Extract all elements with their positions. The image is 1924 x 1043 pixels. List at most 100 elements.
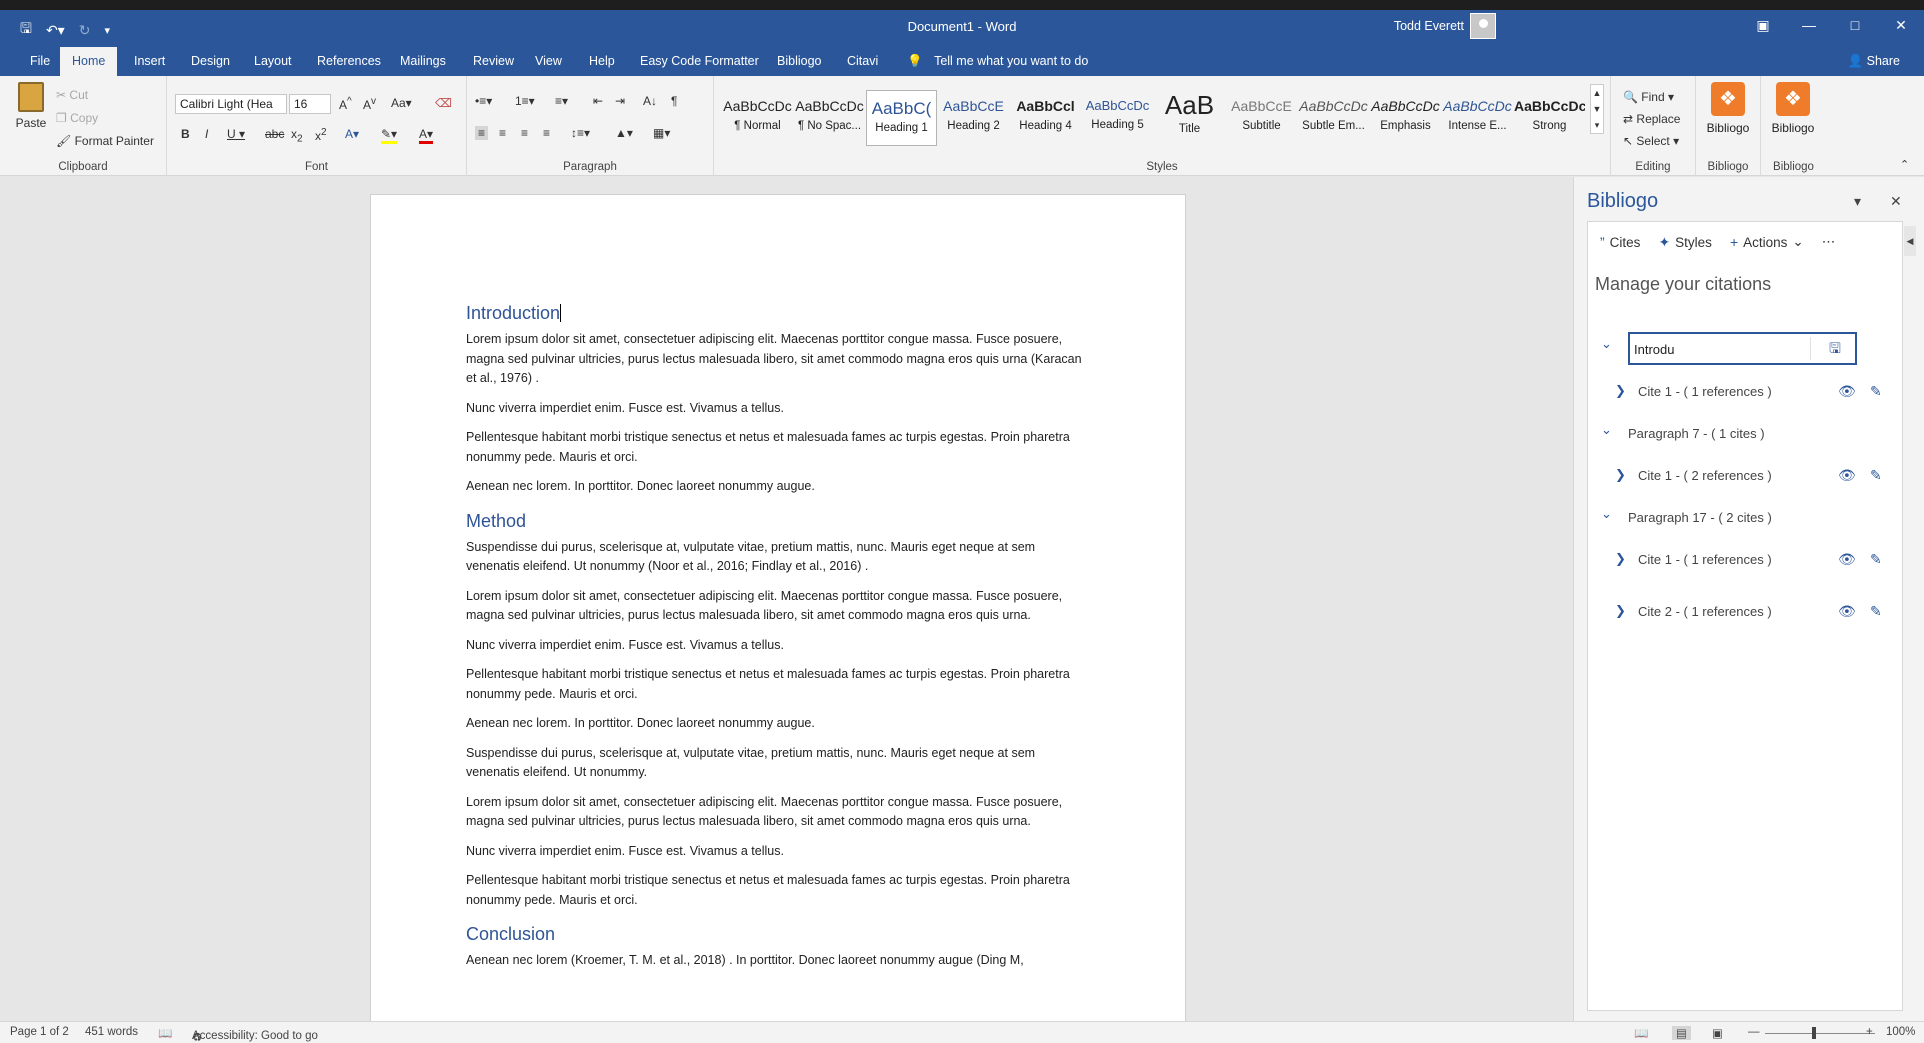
paragraph[interactable]: Nunc viverra imperdiet enim. Fusce est. …	[466, 399, 1091, 419]
bibliogo-button-1[interactable]: ❖ Bibliogo	[1700, 82, 1756, 135]
collapse-ribbon-icon[interactable]: ⌃	[1900, 158, 1909, 171]
chevron-right-icon[interactable]: ❯	[1615, 551, 1626, 567]
tab-review[interactable]: Review	[461, 47, 526, 76]
show-formatting-icon[interactable]: ¶	[671, 94, 677, 108]
eye-icon[interactable]: 👁	[1838, 383, 1856, 400]
read-mode-icon[interactable]: 📖	[1634, 1026, 1648, 1040]
paragraph[interactable]: Aenean nec lorem. In porttitor. Donec la…	[466, 477, 1091, 497]
bullets-icon[interactable]: •≡▾	[475, 94, 492, 108]
paragraph[interactable]: Aenean nec lorem (Kroemer, T. M. et al.,…	[466, 951, 1091, 971]
chevron-right-icon[interactable]: ❯	[1615, 467, 1626, 483]
close-icon[interactable]: ✕	[1878, 10, 1924, 40]
heading-conclusion[interactable]: Conclusion	[466, 924, 1091, 945]
pencil-icon[interactable]: ✎	[1870, 603, 1882, 620]
print-layout-icon[interactable]: ▤	[1672, 1026, 1691, 1040]
style-intense-emphasis[interactable]: AaBbCcDc Intense E...	[1442, 90, 1513, 146]
align-left-icon[interactable]: ≡	[475, 126, 489, 140]
shrink-font-icon[interactable]: Av	[363, 96, 376, 112]
pane-options-icon[interactable]: ▾	[1854, 193, 1861, 210]
tree-row-cite[interactable]: ❯ Cite 1 - ( 1 references ) 👁 ✎	[1588, 380, 1902, 404]
tree-row-paragraph[interactable]: ⌄ Paragraph 17 - ( 2 cites )	[1588, 506, 1902, 530]
style-subtitle[interactable]: AaBbCcE Subtitle	[1226, 90, 1297, 146]
zoom-in-icon[interactable]: +	[1866, 1026, 1873, 1038]
subscript-icon[interactable]: x2	[291, 127, 303, 144]
ribbon-display-icon[interactable]: ▣	[1740, 10, 1786, 40]
maximize-icon[interactable]: □	[1832, 10, 1878, 40]
paragraph[interactable]: Nunc viverra imperdiet enim. Fusce est. …	[466, 636, 1091, 656]
borders-icon[interactable]: ▦▾	[653, 126, 670, 140]
paragraph[interactable]: Suspendisse dui purus, scelerisque at, v…	[466, 538, 1091, 577]
bold-icon[interactable]: B	[181, 127, 190, 141]
change-case-icon[interactable]: Aa▾	[391, 96, 412, 110]
tab-insert[interactable]: Insert	[122, 47, 177, 76]
superscript-icon[interactable]: x2	[315, 127, 327, 143]
style-heading-5[interactable]: AaBbCcDc Heading 5	[1082, 90, 1153, 146]
tab-help[interactable]: Help	[577, 47, 627, 76]
tab-citavi[interactable]: Citavi	[835, 47, 890, 76]
highlight-icon[interactable]: ✎▾	[381, 127, 398, 144]
line-spacing-icon[interactable]: ↕≡▾	[571, 126, 590, 140]
style-emphasis[interactable]: AaBbCcDc Emphasis	[1370, 90, 1441, 146]
pencil-icon[interactable]: ✎	[1870, 383, 1882, 400]
tab-bibliogo[interactable]: Bibliogo	[765, 47, 833, 76]
actions-button[interactable]: + Actions ⌄	[1730, 234, 1804, 250]
tab-references[interactable]: References	[305, 47, 393, 76]
bibliogo-button-2[interactable]: ❖ Bibliogo	[1765, 82, 1821, 135]
style-subtle-emphasis[interactable]: AaBbCcDc Subtle Em...	[1298, 90, 1369, 146]
zoom-slider[interactable]	[1765, 1033, 1875, 1034]
rename-input[interactable]	[1634, 338, 1804, 360]
page-count[interactable]: Page 1 of 2	[10, 1026, 69, 1038]
style-heading-1[interactable]: AaBbC(Heading 1	[866, 90, 937, 146]
style-heading-2[interactable]: AaBbCcE Heading 2	[938, 90, 1009, 146]
paragraph[interactable]: Pellentesque habitant morbi tristique se…	[466, 665, 1091, 704]
tell-me-box[interactable]: 💡 Tell me what you want to do	[895, 47, 1100, 76]
zoom-slider-thumb[interactable]	[1812, 1027, 1816, 1039]
paragraph[interactable]: Lorem ipsum dolor sit amet, consectetuer…	[466, 587, 1091, 626]
strikethrough-icon[interactable]: abc	[265, 127, 284, 141]
font-size-combo[interactable]: 16	[289, 94, 331, 114]
clear-formatting-icon[interactable]: ⌫	[435, 96, 452, 110]
document-page[interactable]: Introduction Lorem ipsum dolor sit amet,…	[370, 194, 1186, 1043]
paragraph[interactable]: Lorem ipsum dolor sit amet, consectetuer…	[466, 793, 1091, 832]
chevron-down-icon[interactable]: ⌄	[1601, 506, 1612, 522]
tab-design[interactable]: Design	[179, 47, 242, 76]
eye-icon[interactable]: 👁	[1838, 603, 1856, 620]
select-button[interactable]: ↖ Select ▾	[1623, 134, 1679, 148]
style-title[interactable]: AaB Title	[1154, 90, 1225, 146]
text-effects-icon[interactable]: A▾	[345, 127, 359, 141]
italic-icon[interactable]: I	[205, 127, 208, 141]
tab-layout[interactable]: Layout	[242, 47, 304, 76]
underline-icon[interactable]: U ▾	[227, 127, 245, 141]
align-right-icon[interactable]: ≡	[521, 126, 528, 140]
web-layout-icon[interactable]: ▣	[1712, 1026, 1723, 1040]
proofing-icon[interactable]: 📖	[158, 1026, 172, 1040]
document-body[interactable]: Introduction Lorem ipsum dolor sit amet,…	[466, 303, 1091, 981]
chevron-down-icon[interactable]: ⌄	[1601, 336, 1612, 352]
tab-easy-code-formatter[interactable]: Easy Code Formatter	[628, 47, 771, 76]
zoom-level[interactable]: 100%	[1886, 1026, 1915, 1038]
cut-button[interactable]: ✂ Cut	[56, 88, 88, 102]
chevron-right-icon[interactable]: ❯	[1615, 383, 1626, 399]
styles-gallery-scroll[interactable]: ▲ ▼ ▾	[1590, 84, 1604, 134]
eye-icon[interactable]: 👁	[1838, 467, 1856, 484]
chevron-down-icon[interactable]: ⌄	[1601, 422, 1612, 438]
paragraph[interactable]: Pellentesque habitant morbi tristique se…	[466, 428, 1091, 467]
paragraph[interactable]: Pellentesque habitant morbi tristique se…	[466, 871, 1091, 910]
heading-method[interactable]: Method	[466, 511, 1091, 532]
cites-button[interactable]: ” Cites	[1600, 234, 1640, 250]
paragraph[interactable]: Nunc viverra imperdiet enim. Fusce est. …	[466, 842, 1091, 862]
style-strong[interactable]: AaBbCcDc Strong	[1514, 90, 1585, 146]
replace-button[interactable]: ⇄ Replace	[1623, 112, 1680, 126]
tab-file[interactable]: File	[18, 47, 62, 76]
zoom-out-icon[interactable]: —	[1748, 1026, 1760, 1038]
tree-row-paragraph[interactable]: ⌄ Paragraph 7 - ( 1 cites )	[1588, 422, 1902, 446]
style-normal[interactable]: AaBbCcDc ¶ Normal	[722, 90, 793, 146]
style-heading-4[interactable]: AaBbCcl Heading 4	[1010, 90, 1081, 146]
tab-view[interactable]: View	[523, 47, 574, 76]
save-icon[interactable]: 🖫	[1829, 340, 1845, 356]
font-color-icon[interactable]: A▾	[419, 127, 434, 144]
paragraph[interactable]: Lorem ipsum dolor sit amet, consectetuer…	[466, 330, 1091, 389]
tree-row-cite[interactable]: ❯ Cite 1 - ( 1 references ) 👁 ✎	[1588, 548, 1902, 572]
share-button[interactable]: 👤 Share	[1848, 54, 1900, 69]
pane-close-icon[interactable]: ✕	[1890, 193, 1902, 210]
